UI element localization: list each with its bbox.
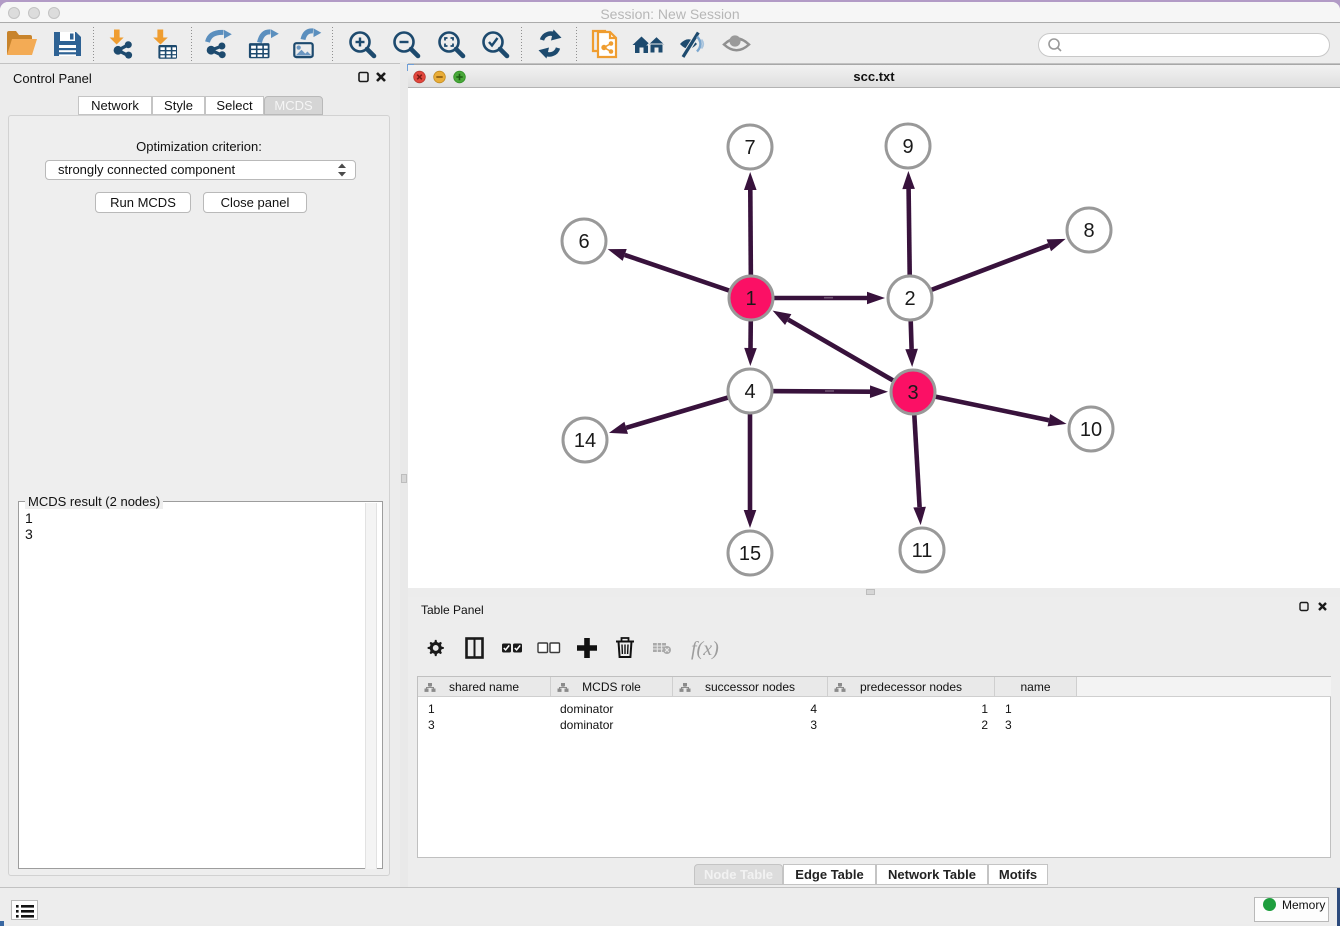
svg-text:1: 1 (745, 288, 756, 310)
svg-text:3: 3 (907, 382, 918, 404)
svg-text:14: 14 (574, 430, 596, 452)
svg-text:6: 6 (578, 231, 589, 253)
svg-text:9: 9 (902, 136, 913, 158)
svg-text:11: 11 (912, 540, 933, 562)
svg-text:15: 15 (739, 543, 761, 565)
svg-text:4: 4 (744, 381, 755, 403)
svg-text:8: 8 (1083, 220, 1094, 242)
svg-text:7: 7 (744, 137, 755, 159)
svg-text:10: 10 (1080, 419, 1102, 441)
svg-text:f(x): f(x) (691, 638, 719, 660)
svg-text:2: 2 (904, 288, 915, 310)
